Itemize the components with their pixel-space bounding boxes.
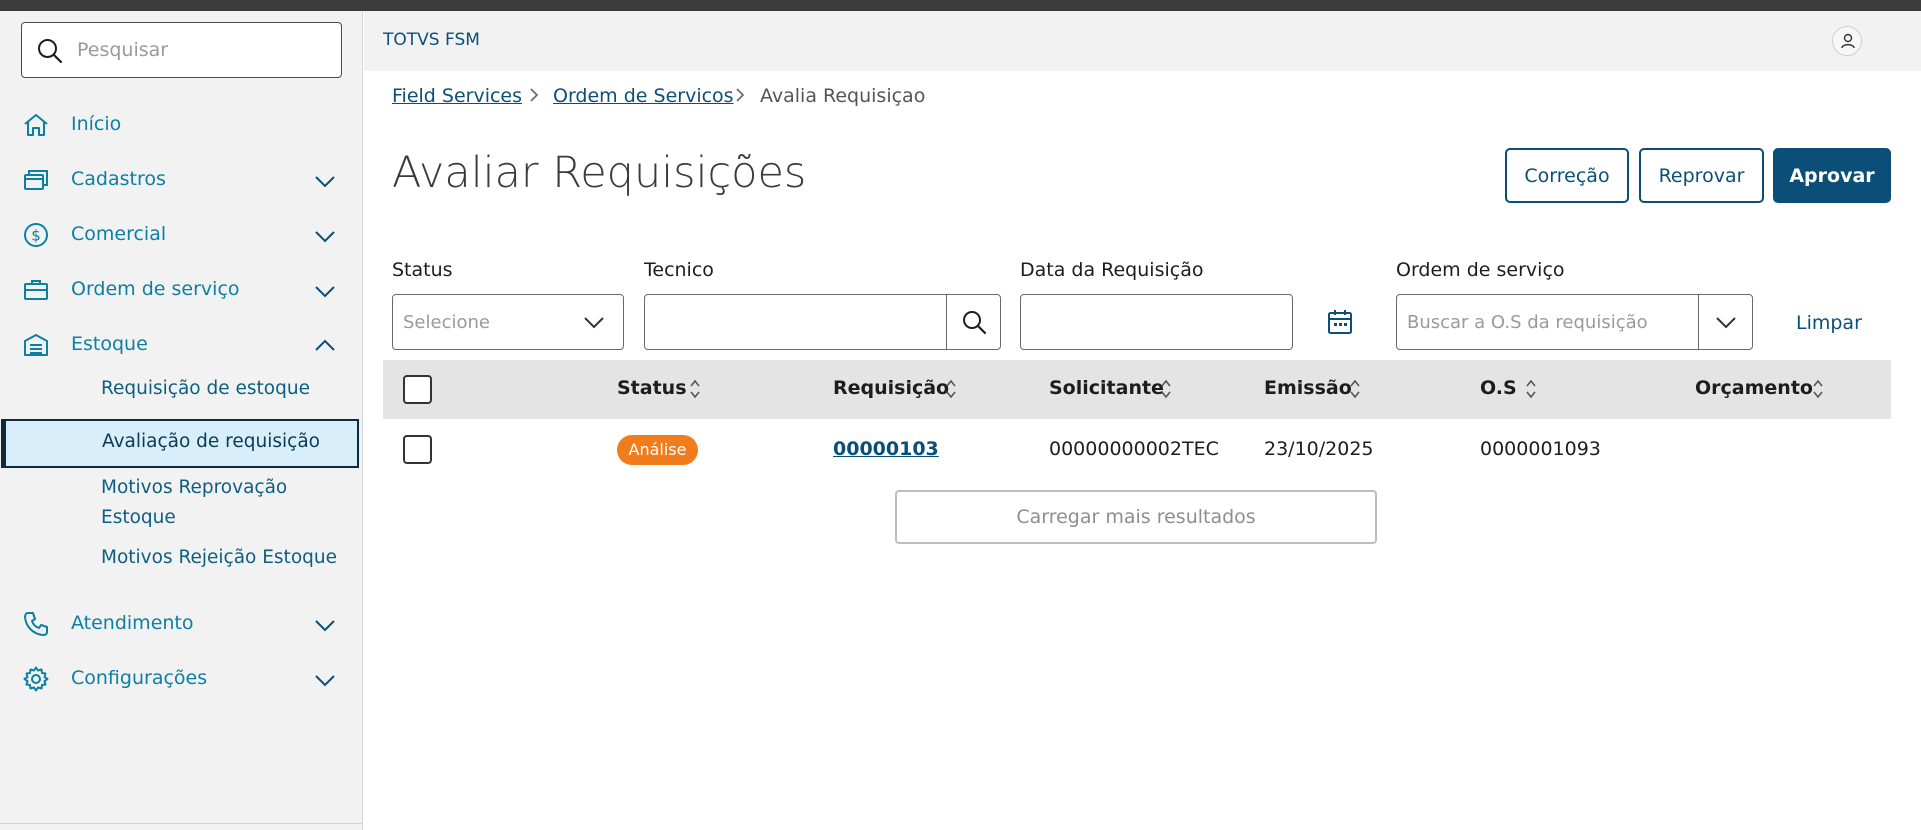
sidebar-item-ordem-de-servico[interactable]: Ordem de serviço bbox=[0, 265, 363, 315]
sidebar-item-configuracoes[interactable]: Configurações bbox=[0, 654, 363, 704]
sidebar-subitem-motivos-reprovacao[interactable]: Motivos Reprovação Estoque bbox=[101, 473, 331, 533]
sort-icon[interactable] bbox=[1525, 378, 1537, 400]
correction-button[interactable]: Correção bbox=[1505, 148, 1629, 203]
order-combobox-placeholder: Buscar a O.S da requisição bbox=[1407, 312, 1648, 333]
date-filter-label: Data da Requisição bbox=[1020, 259, 1204, 281]
order-cell: 0000001093 bbox=[1480, 438, 1601, 460]
issue-date-cell: 23/10/2025 bbox=[1264, 438, 1374, 460]
chevron-down-icon bbox=[1716, 317, 1736, 329]
calendar-icon[interactable] bbox=[1327, 308, 1353, 336]
dollar-icon: $ bbox=[24, 223, 48, 247]
technician-input[interactable] bbox=[644, 294, 1001, 350]
cards-icon bbox=[24, 170, 48, 190]
sidebar-item-label: Estoque bbox=[71, 333, 148, 355]
sidebar-subitem-avaliacao-requisicao[interactable]: Avaliação de requisição bbox=[1, 419, 359, 468]
chevron-down-icon bbox=[584, 317, 604, 329]
row-checkbox[interactable] bbox=[403, 435, 432, 464]
chevron-down-icon[interactable] bbox=[313, 279, 337, 303]
sidebar-item-estoque[interactable]: Estoque bbox=[0, 320, 363, 370]
sort-icon[interactable] bbox=[1160, 378, 1172, 400]
sidebar-subitem-motivos-rejeicao[interactable]: Motivos Rejeição Estoque bbox=[101, 543, 337, 573]
requester-cell: 00000000002TEC bbox=[1049, 438, 1219, 460]
breadcrumb-ordem-de-servicos[interactable]: Ordem de Servicos bbox=[553, 85, 734, 107]
sidebar-item-label: Configurações bbox=[71, 667, 208, 689]
status-select-placeholder: Selecione bbox=[403, 312, 490, 333]
chevron-right-icon bbox=[736, 88, 745, 102]
chevron-down-icon[interactable] bbox=[313, 668, 337, 692]
column-header-status[interactable]: Status bbox=[617, 377, 687, 399]
chevron-up-icon[interactable] bbox=[313, 334, 337, 358]
phone-icon bbox=[24, 612, 48, 636]
sort-icon[interactable] bbox=[1349, 378, 1361, 400]
gear-icon bbox=[23, 666, 49, 692]
status-select[interactable]: Selecione bbox=[392, 294, 624, 350]
sidebar-item-label: Cadastros bbox=[71, 168, 166, 190]
technician-search-button[interactable] bbox=[946, 295, 1000, 349]
status-badge: Análise bbox=[617, 435, 698, 465]
sidebar-item-label: Início bbox=[71, 113, 122, 135]
search-placeholder: Pesquisar bbox=[77, 39, 169, 61]
order-filter-label: Ordem de serviço bbox=[1396, 259, 1565, 281]
column-header-solicitante[interactable]: Solicitante bbox=[1049, 377, 1164, 399]
sidebar-subitem-requisicao-estoque[interactable]: Requisição de estoque bbox=[101, 374, 310, 404]
browser-top-bar bbox=[0, 0, 1921, 11]
column-header-emissao[interactable]: Emissão bbox=[1264, 377, 1352, 399]
date-input[interactable] bbox=[1020, 294, 1293, 350]
select-all-checkbox[interactable] bbox=[403, 375, 432, 404]
approve-button[interactable]: Aprovar bbox=[1773, 148, 1891, 203]
chevron-down-icon[interactable] bbox=[313, 613, 337, 637]
table-header: Status Requisição Solicitante Emissão O.… bbox=[383, 360, 1891, 419]
column-header-orcamento[interactable]: Orçamento bbox=[1695, 377, 1813, 399]
sidebar: Pesquisar Início Cadastros $ Comercial O… bbox=[0, 11, 363, 830]
sort-icon[interactable] bbox=[945, 378, 957, 400]
briefcase-icon bbox=[24, 280, 48, 300]
warehouse-icon bbox=[24, 334, 48, 356]
sidebar-item-label: Comercial bbox=[71, 223, 167, 245]
order-dropdown-button[interactable] bbox=[1698, 295, 1752, 349]
home-icon bbox=[24, 114, 48, 136]
breadcrumb-field-services[interactable]: Field Services bbox=[392, 85, 522, 107]
sidebar-subitem-label: Avaliação de requisição bbox=[102, 431, 320, 452]
technician-filter-label: Tecnico bbox=[644, 259, 714, 281]
sidebar-item-cadastros[interactable]: Cadastros bbox=[0, 155, 363, 205]
column-header-os[interactable]: O.S bbox=[1480, 377, 1517, 399]
breadcrumb-current: Avalia Requisiçao bbox=[760, 85, 926, 107]
chevron-down-icon[interactable] bbox=[313, 169, 337, 193]
load-more-button[interactable]: Carregar mais resultados bbox=[895, 490, 1377, 544]
requisition-link[interactable]: 00000103 bbox=[833, 438, 939, 460]
app-header: TOTVS FSM bbox=[364, 11, 1921, 71]
search-input[interactable]: Pesquisar bbox=[21, 22, 342, 78]
svg-text:$: $ bbox=[31, 227, 41, 245]
column-header-requisicao[interactable]: Requisição bbox=[833, 377, 949, 399]
clear-filters-link[interactable]: Limpar bbox=[1796, 312, 1862, 334]
chevron-right-icon bbox=[530, 88, 539, 102]
sidebar-item-comercial[interactable]: $ Comercial bbox=[0, 210, 363, 260]
search-icon bbox=[38, 39, 63, 64]
page-title: Avaliar Requisições bbox=[392, 148, 807, 198]
app-brand[interactable]: TOTVS FSM bbox=[383, 30, 480, 50]
sort-icon[interactable] bbox=[1812, 378, 1824, 400]
sidebar-item-label: Atendimento bbox=[71, 612, 194, 634]
sidebar-item-atendimento[interactable]: Atendimento bbox=[0, 599, 363, 649]
user-icon bbox=[1841, 33, 1855, 49]
chevron-down-icon[interactable] bbox=[313, 224, 337, 248]
reject-button[interactable]: Reprovar bbox=[1639, 148, 1764, 203]
search-icon bbox=[963, 311, 987, 335]
sort-icon[interactable] bbox=[689, 378, 701, 400]
sidebar-item-label: Ordem de serviço bbox=[71, 278, 240, 300]
avatar[interactable] bbox=[1832, 26, 1862, 56]
sidebar-divider bbox=[0, 823, 362, 824]
status-filter-label: Status bbox=[392, 259, 453, 281]
order-combobox[interactable]: Buscar a O.S da requisição bbox=[1396, 294, 1753, 350]
sidebar-item-inicio[interactable]: Início bbox=[0, 100, 363, 150]
